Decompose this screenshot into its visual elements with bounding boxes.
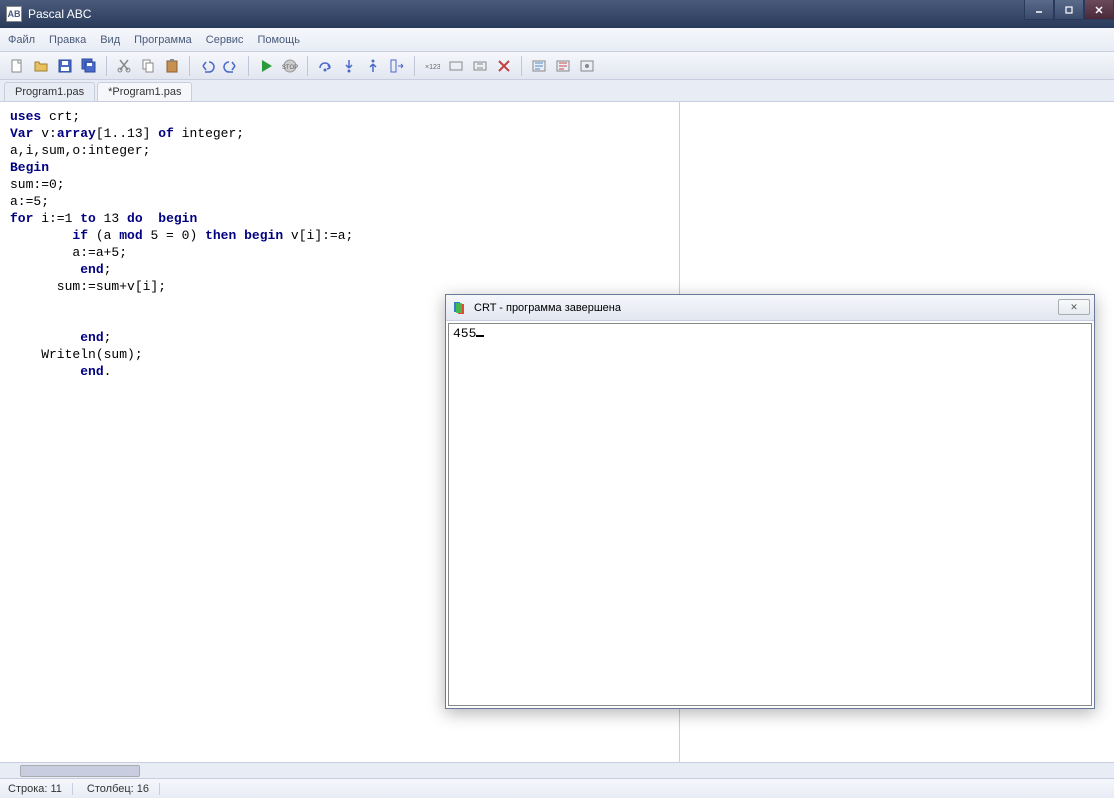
- save-all-icon[interactable]: [78, 55, 100, 77]
- crt-icon: [452, 300, 468, 316]
- tab-program1[interactable]: Program1.pas: [4, 82, 95, 101]
- breakpoint-icon[interactable]: ×123: [421, 55, 443, 77]
- status-col: Столбец: 16: [87, 783, 160, 795]
- step-over-icon[interactable]: [314, 55, 336, 77]
- toolbar-separator: [248, 56, 249, 76]
- svg-text:STOP: STOP: [282, 65, 298, 71]
- tab-program1-modified[interactable]: *Program1.pas: [97, 82, 192, 101]
- clear-icon[interactable]: [493, 55, 515, 77]
- window-title: Pascal ABC: [28, 7, 91, 21]
- paste-icon[interactable]: [161, 55, 183, 77]
- toolbar-separator: [106, 56, 107, 76]
- status-bar: Строка: 11 Столбец: 16: [0, 778, 1114, 798]
- title-bar: AB Pascal ABC: [0, 0, 1114, 28]
- horizontal-scrollbar[interactable]: [0, 762, 1114, 778]
- menu-edit[interactable]: Правка: [49, 34, 86, 46]
- minimize-button[interactable]: [1024, 0, 1054, 20]
- crt-window: CRT - программа завершена ✕ 455: [445, 294, 1095, 709]
- run-to-icon[interactable]: [386, 55, 408, 77]
- crt-title-text: CRT - программа завершена: [474, 302, 621, 314]
- eval-icon[interactable]: [469, 55, 491, 77]
- crt-output: 455: [448, 323, 1092, 706]
- compile-icon[interactable]: [528, 55, 550, 77]
- menu-service[interactable]: Сервис: [206, 34, 244, 46]
- svg-text:×123: ×123: [425, 64, 440, 71]
- copy-icon[interactable]: [137, 55, 159, 77]
- close-button[interactable]: [1084, 0, 1114, 20]
- menu-help[interactable]: Помощь: [257, 34, 300, 46]
- maximize-button[interactable]: [1054, 0, 1084, 20]
- crt-cursor: [476, 335, 484, 337]
- crt-title-bar[interactable]: CRT - программа завершена ✕: [446, 295, 1094, 321]
- toolbar-separator: [307, 56, 308, 76]
- watch-icon[interactable]: [445, 55, 467, 77]
- crt-close-button[interactable]: ✕: [1058, 299, 1090, 315]
- menu-program[interactable]: Программа: [134, 34, 192, 46]
- save-icon[interactable]: [54, 55, 76, 77]
- toolbar-separator: [189, 56, 190, 76]
- step-into-icon[interactable]: [338, 55, 360, 77]
- menu-bar: Файл Правка Вид Программа Сервис Помощь: [0, 28, 1114, 52]
- menu-view[interactable]: Вид: [100, 34, 120, 46]
- undo-icon[interactable]: [196, 55, 218, 77]
- toolbar-separator: [414, 56, 415, 76]
- scroll-thumb[interactable]: [20, 765, 140, 777]
- status-line: Строка: 11: [8, 783, 73, 795]
- run-icon[interactable]: [255, 55, 277, 77]
- options-icon[interactable]: [576, 55, 598, 77]
- open-file-icon[interactable]: [30, 55, 52, 77]
- tab-bar: Program1.pas *Program1.pas: [0, 80, 1114, 102]
- window-controls: [1024, 0, 1114, 20]
- app-icon: AB: [6, 6, 22, 22]
- redo-icon[interactable]: [220, 55, 242, 77]
- stop-icon[interactable]: STOP: [279, 55, 301, 77]
- build-icon[interactable]: [552, 55, 574, 77]
- step-out-icon[interactable]: [362, 55, 384, 77]
- cut-icon[interactable]: [113, 55, 135, 77]
- menu-file[interactable]: Файл: [8, 34, 35, 46]
- new-file-icon[interactable]: [6, 55, 28, 77]
- toolbar-separator: [521, 56, 522, 76]
- toolbar: STOP ×123: [0, 52, 1114, 80]
